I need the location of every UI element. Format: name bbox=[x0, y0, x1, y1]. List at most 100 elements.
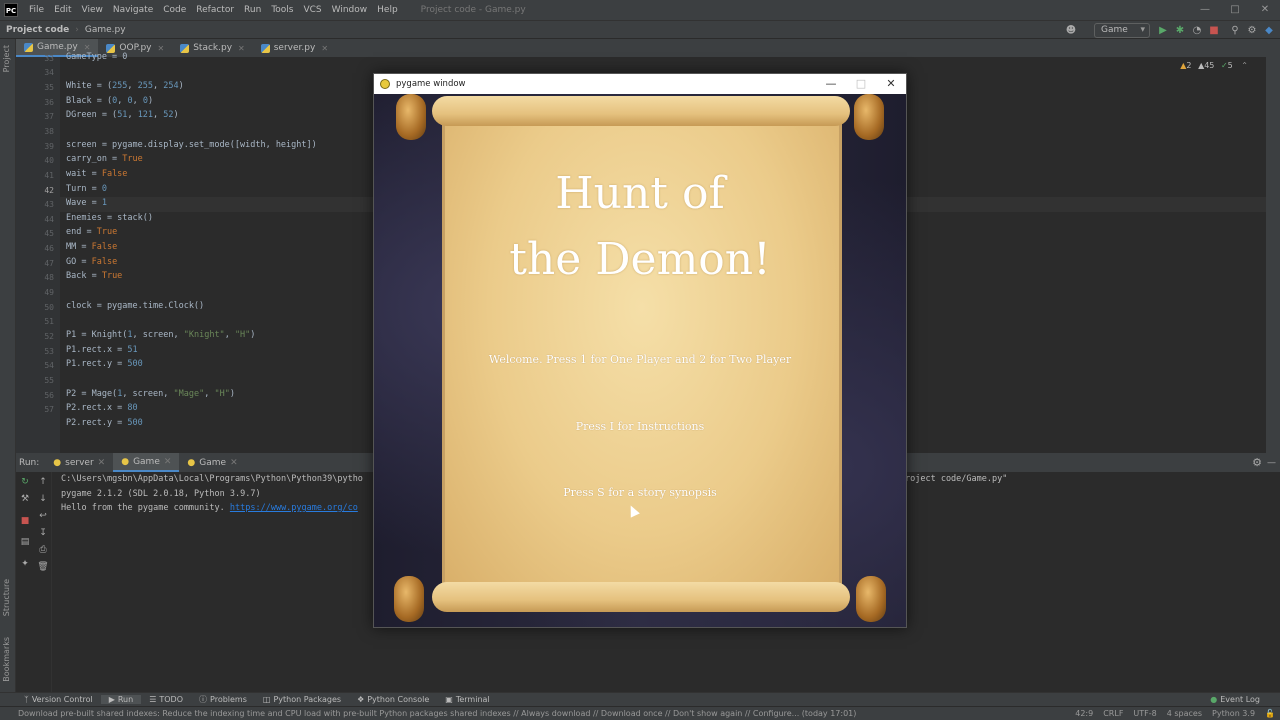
run-toolbar: ↻ ↑ ⚒ ↓ ■ ↩ ↧ ▤ ⎙ ✦ 🗑 bbox=[16, 472, 52, 692]
close-tab-icon[interactable]: ✕ bbox=[238, 44, 245, 53]
menu-run[interactable]: Run bbox=[239, 5, 266, 15]
stop-icon[interactable]: ■ bbox=[18, 514, 32, 528]
file-encoding[interactable]: UTF-8 bbox=[1128, 709, 1161, 718]
line-number: 47 bbox=[44, 259, 54, 268]
menu-navigate[interactable]: Navigate bbox=[108, 5, 158, 15]
menu-vcs[interactable]: VCS bbox=[298, 5, 326, 15]
soft-wrap-icon[interactable]: ↩ bbox=[36, 509, 50, 523]
jetbrains-icon[interactable]: ◆ bbox=[1262, 24, 1276, 38]
structure-tool-tab[interactable]: Structure bbox=[2, 579, 11, 616]
line-number: 40 bbox=[44, 156, 54, 165]
tab-server-py[interactable]: server.py ✕ bbox=[253, 39, 336, 57]
pin-icon[interactable]: ✦ bbox=[18, 557, 32, 571]
tab-label: Problems bbox=[210, 695, 247, 704]
left-tool-strip: Project Structure Bookmarks bbox=[0, 39, 16, 692]
pygame-window[interactable]: pygame window — □ ✕ Hunt of the Demon! W… bbox=[373, 73, 907, 628]
menu-view[interactable]: View bbox=[77, 5, 108, 15]
down-icon[interactable]: ↓ bbox=[36, 492, 50, 506]
print-icon[interactable]: ⎙ bbox=[36, 543, 50, 557]
python-file-icon bbox=[24, 42, 33, 52]
tab-label: Terminal bbox=[455, 695, 490, 704]
rerun-icon[interactable]: ↻ bbox=[18, 475, 32, 489]
lock-icon[interactable]: 🔓 bbox=[1260, 709, 1280, 718]
run-tab-game-1[interactable]: ● Game ✕ bbox=[113, 453, 180, 472]
close-tab-icon[interactable]: ✕ bbox=[84, 43, 91, 52]
indent-setting[interactable]: 4 spaces bbox=[1162, 709, 1207, 718]
menu-tools[interactable]: Tools bbox=[266, 5, 298, 15]
python-icon: ● bbox=[121, 456, 130, 467]
event-log-icon: ● bbox=[1210, 695, 1218, 704]
problems-tab[interactable]: ⓘ Problems bbox=[191, 694, 255, 705]
menu-help[interactable]: Help bbox=[372, 5, 403, 15]
run-config-dropdown[interactable]: Game ▾ bbox=[1094, 23, 1150, 38]
python-file-icon bbox=[260, 43, 270, 53]
bookmarks-tool-tab[interactable]: Bookmarks bbox=[2, 637, 11, 682]
maximize-icon[interactable]: □ bbox=[846, 74, 876, 94]
run-icon[interactable]: ▶ bbox=[1156, 24, 1170, 38]
search-icon[interactable]: ⚲ bbox=[1228, 24, 1242, 38]
inspection-widget[interactable]: ▲2 ▲45 ✓5 ⌃ bbox=[1180, 61, 1248, 70]
line-number: 37 bbox=[44, 112, 54, 121]
close-tab-icon[interactable]: ✕ bbox=[158, 44, 165, 53]
breadcrumb-file[interactable]: Game.py bbox=[79, 25, 132, 35]
coverage-icon[interactable]: ◔ bbox=[1190, 24, 1204, 38]
settings-icon[interactable]: ⚙ bbox=[1252, 456, 1262, 469]
chevron-up-icon[interactable]: ⌃ bbox=[1241, 61, 1248, 70]
pygame-title-bar[interactable]: pygame window — □ ✕ bbox=[374, 74, 906, 94]
minimize-icon[interactable]: — bbox=[1190, 0, 1220, 20]
code-line: P2.rect.y = 500 bbox=[66, 418, 143, 428]
user-icon[interactable]: ☻ bbox=[1064, 24, 1078, 38]
pygame-link[interactable]: https://www.pygame.org/co bbox=[230, 503, 358, 513]
line-number: 51 bbox=[44, 317, 54, 326]
python-packages-tab[interactable]: ◫ Python Packages bbox=[255, 695, 349, 704]
tab-label: Stack.py bbox=[193, 43, 233, 53]
breadcrumb-project[interactable]: Project code bbox=[0, 25, 75, 35]
terminal-tab[interactable]: ▣ Terminal bbox=[437, 695, 497, 704]
menu-code[interactable]: Code bbox=[158, 5, 191, 15]
caret-position[interactable]: 42:9 bbox=[1070, 709, 1098, 718]
scroll-to-end-icon[interactable]: ↧ bbox=[36, 526, 50, 540]
run-label: Run: bbox=[19, 457, 40, 468]
line-number: 54 bbox=[44, 361, 54, 370]
trash-icon[interactable]: 🗑 bbox=[36, 560, 50, 574]
menu-window[interactable]: Window bbox=[327, 5, 373, 15]
layout-icon[interactable]: ▤ bbox=[18, 535, 32, 549]
line-number: 38 bbox=[44, 127, 54, 136]
python-console-tab[interactable]: ❖ Python Console bbox=[349, 695, 437, 704]
hide-panel-icon[interactable]: — bbox=[1267, 458, 1276, 468]
line-separator[interactable]: CRLF bbox=[1098, 709, 1128, 718]
settings-icon[interactable]: ⚙ bbox=[1245, 24, 1259, 38]
close-icon[interactable]: ✕ bbox=[1250, 0, 1280, 20]
debug-icon[interactable]: ✱ bbox=[1173, 24, 1187, 38]
maximize-icon[interactable]: □ bbox=[1220, 0, 1250, 20]
python-icon: ● bbox=[187, 457, 196, 468]
tab-stack-py[interactable]: Stack.py ✕ bbox=[172, 39, 253, 57]
run-tab-game-2[interactable]: ● Game ✕ bbox=[179, 453, 245, 472]
minimize-icon[interactable]: — bbox=[816, 74, 846, 94]
status-message[interactable]: Download pre-built shared indexes: Reduc… bbox=[0, 709, 1070, 718]
todo-tab[interactable]: ☰ TODO bbox=[141, 695, 191, 704]
event-log-tab[interactable]: ● Event Log bbox=[1202, 695, 1268, 704]
project-tool-tab[interactable]: Project bbox=[2, 45, 11, 72]
close-icon[interactable]: ✕ bbox=[876, 74, 906, 94]
close-tab-icon[interactable]: ✕ bbox=[230, 458, 238, 468]
menu-refactor[interactable]: Refactor bbox=[191, 5, 239, 15]
version-control-tab[interactable]: ᛉ Version Control bbox=[16, 695, 101, 704]
interpreter[interactable]: Python 3.9 bbox=[1207, 709, 1260, 718]
close-tab-icon[interactable]: ✕ bbox=[98, 458, 106, 468]
close-tab-icon[interactable]: ✕ bbox=[164, 457, 172, 467]
code-line: end = True bbox=[66, 227, 118, 237]
up-icon[interactable]: ↑ bbox=[36, 475, 50, 489]
game-canvas[interactable]: Hunt of the Demon! Welcome. Press 1 for … bbox=[374, 94, 906, 627]
run-tab[interactable]: ▶ Run bbox=[100, 695, 142, 704]
menu-file[interactable]: File bbox=[24, 5, 49, 15]
line-number: 49 bbox=[44, 288, 54, 297]
menu-edit[interactable]: Edit bbox=[49, 5, 76, 15]
line-number: 46 bbox=[44, 244, 54, 253]
stop-icon[interactable]: ■ bbox=[1207, 24, 1221, 38]
tab-label: TODO bbox=[159, 695, 184, 704]
run-tab-server[interactable]: ● server ✕ bbox=[45, 453, 113, 472]
close-tab-icon[interactable]: ✕ bbox=[321, 44, 328, 53]
wrench-icon[interactable]: ⚒ bbox=[18, 492, 32, 506]
code-line: wait = False bbox=[66, 169, 128, 179]
